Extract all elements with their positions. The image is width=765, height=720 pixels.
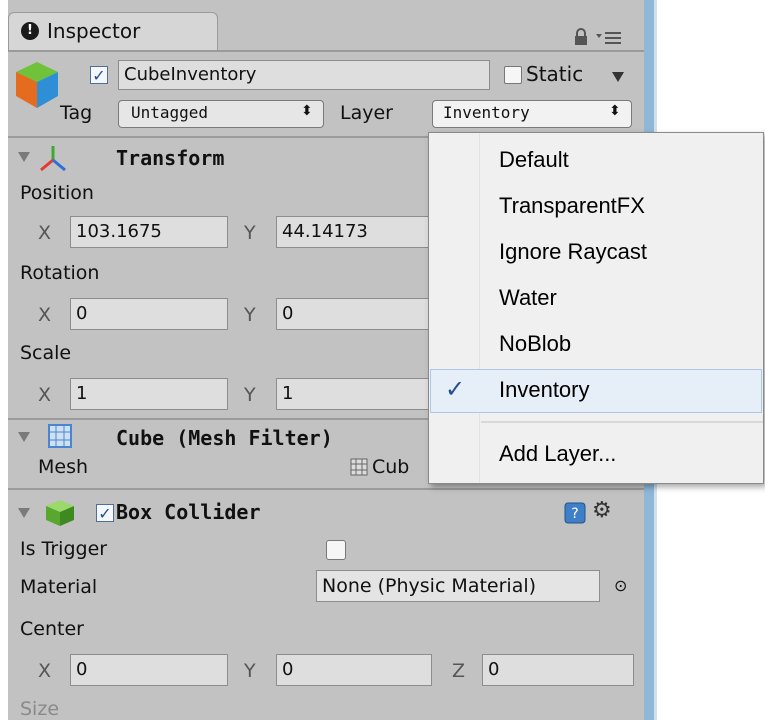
rotation-y-label: Y: [244, 304, 256, 326]
object-picker-icon[interactable]: ⊙: [614, 576, 627, 595]
tag-popup-arrows: ⬍: [301, 103, 313, 119]
layer-label: Layer: [340, 102, 393, 124]
static-dropdown-arrow[interactable]: [612, 72, 624, 82]
position-x-label: X: [38, 222, 52, 244]
mesh-label: Mesh: [38, 456, 89, 478]
scale-label: Scale: [20, 342, 72, 364]
mesh-filter-foldout-arrow[interactable]: [18, 432, 30, 442]
help-book-icon[interactable]: ?: [564, 502, 586, 524]
tag-popup[interactable]: Untagged ⬍: [118, 100, 324, 128]
menu-selection-highlight: [430, 369, 762, 413]
gear-icon[interactable]: ⚙: [592, 498, 612, 523]
context-menu-icon[interactable]: [596, 30, 622, 46]
layer-option-inventory[interactable]: Inventory: [499, 377, 590, 403]
active-checkbox[interactable]: ✓: [90, 66, 108, 85]
material-field[interactable]: None (Physic Material): [316, 570, 600, 602]
menu-separator: [481, 421, 763, 423]
info-icon: !: [21, 22, 39, 40]
layer-option-noblob[interactable]: NoBlob: [499, 331, 571, 357]
transform-foldout-arrow[interactable]: [18, 152, 30, 162]
separator-mesh: [8, 488, 644, 490]
static-checkbox[interactable]: [504, 66, 522, 84]
tag-label: Tag: [60, 102, 93, 124]
rotation-y-field[interactable]: 0: [276, 298, 436, 330]
layer-dropdown-menu: Default TransparentFX Ignore Raycast Wat…: [428, 132, 764, 484]
tab-bar-line: [8, 50, 644, 52]
layer-option-default[interactable]: Default: [499, 147, 569, 173]
inspector-tab[interactable]: ! Inspector: [8, 12, 218, 51]
gameobject-cube-icon: [16, 62, 58, 108]
rotation-x-label: X: [38, 304, 52, 326]
transform-axes-icon: [40, 146, 66, 172]
center-y-label: Y: [244, 660, 256, 682]
layer-popup[interactable]: Inventory ⬍: [432, 100, 632, 128]
rotation-label: Rotation: [20, 262, 100, 284]
position-x-field[interactable]: 103.1675: [70, 216, 228, 248]
rotation-x-field[interactable]: 0: [70, 298, 228, 330]
box-collider-foldout-arrow[interactable]: [18, 508, 30, 518]
box-collider-enabled-checkbox[interactable]: ✓: [96, 504, 114, 523]
mesh-filter-title: Cube (Mesh Filter): [116, 426, 333, 450]
mesh-asset-icon: [350, 458, 368, 476]
checkmark-icon: ✓: [445, 375, 466, 403]
scale-x-field[interactable]: 1: [70, 378, 228, 410]
is-trigger-label: Is Trigger: [20, 538, 108, 560]
lock-icon[interactable]: [573, 28, 589, 46]
center-x-field[interactable]: 0: [70, 654, 228, 686]
box-collider-checkmark: ✓: [98, 504, 112, 523]
active-checkmark: ✓: [92, 66, 106, 85]
center-z-field[interactable]: 0: [482, 654, 634, 686]
mesh-filter-icon: [48, 424, 72, 448]
material-label: Material: [20, 576, 98, 598]
layer-option-transparentfx[interactable]: TransparentFX: [499, 193, 645, 219]
scale-y-label: Y: [244, 384, 256, 406]
layer-option-ignore-raycast[interactable]: Ignore Raycast: [499, 239, 647, 265]
center-z-label: Z: [452, 660, 466, 682]
add-layer-option[interactable]: Add Layer...: [499, 441, 616, 467]
is-trigger-checkbox[interactable]: [326, 540, 346, 560]
layer-option-water[interactable]: Water: [499, 285, 557, 311]
center-label: Center: [20, 618, 84, 640]
center-x-label: X: [38, 660, 52, 682]
static-label: Static: [526, 62, 584, 86]
inspector-tab-label: Inspector: [47, 19, 141, 43]
svg-text:?: ?: [571, 506, 578, 522]
box-collider-icon: [46, 500, 74, 526]
position-label: Position: [20, 182, 94, 204]
scale-y-field[interactable]: 1: [276, 378, 436, 410]
transform-title: Transform: [116, 146, 225, 170]
mesh-value[interactable]: Cub: [372, 456, 409, 478]
layer-popup-arrows: ⬍: [609, 103, 621, 119]
position-y-label: Y: [244, 222, 256, 244]
center-y-field[interactable]: 0: [276, 654, 432, 686]
menu-gutter: [479, 133, 480, 483]
size-label: Size: [20, 698, 60, 720]
position-y-field[interactable]: 44.14173: [276, 216, 436, 248]
object-name-field[interactable]: CubeInventory: [118, 60, 490, 90]
box-collider-title: Box Collider: [116, 500, 261, 524]
scale-x-label: X: [38, 384, 52, 406]
